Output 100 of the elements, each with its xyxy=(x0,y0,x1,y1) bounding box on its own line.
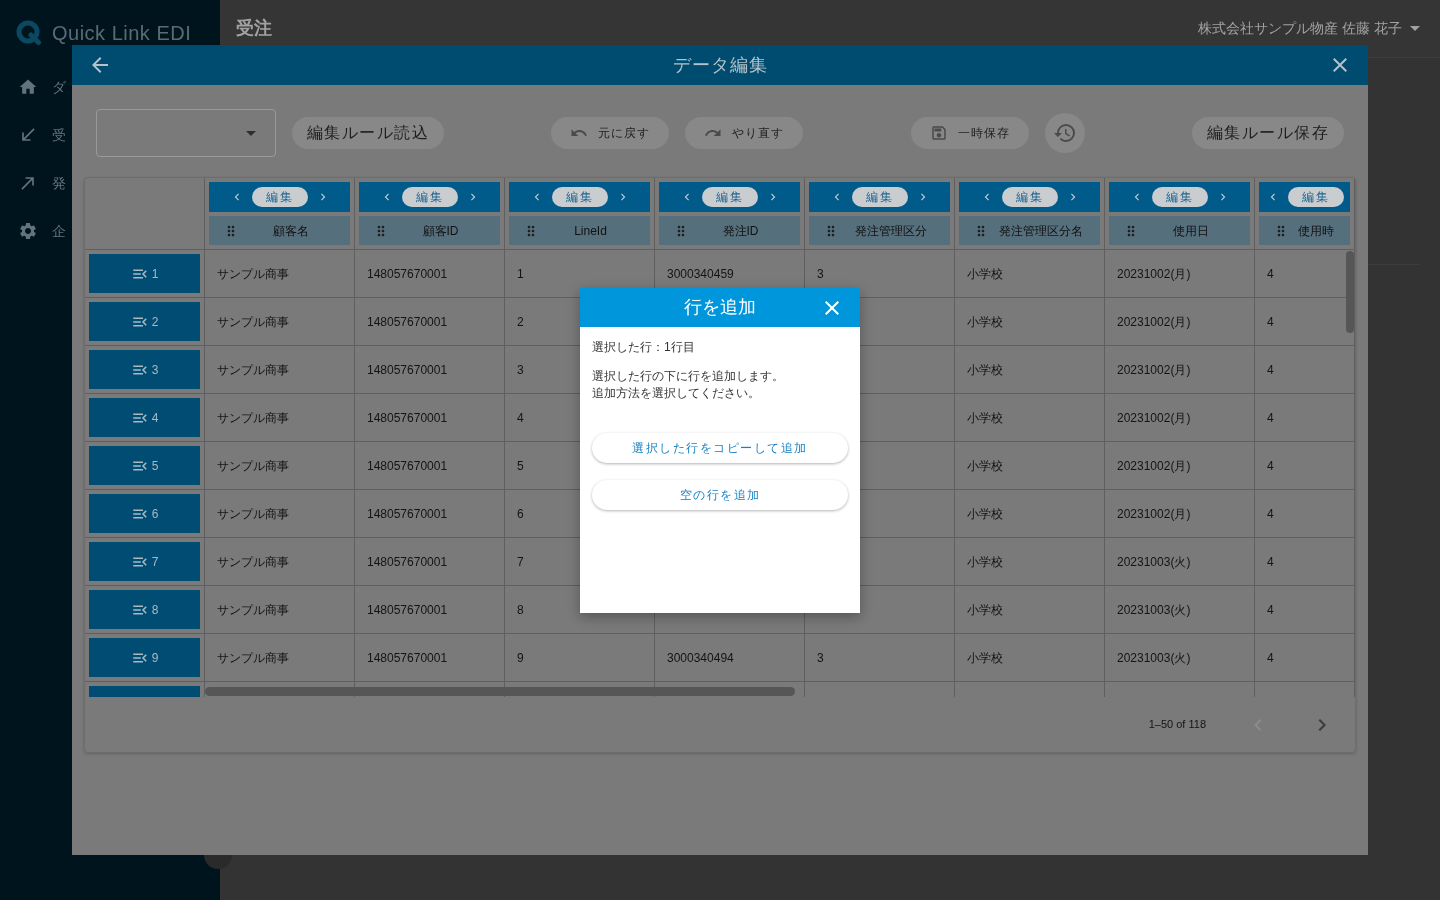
logo-text: Quick Link EDI xyxy=(52,21,192,46)
cell-text: 4 xyxy=(1267,649,1274,667)
column-name: 顧客ID xyxy=(421,222,460,240)
edit-button[interactable]: 編集 xyxy=(251,187,308,207)
home-icon xyxy=(18,77,38,97)
dialog-message: 追加方法を選択してください。 xyxy=(592,385,760,402)
cell-text: 8 xyxy=(517,601,524,619)
cell-text: 小学校 xyxy=(967,457,1003,475)
nav-item[interactable]: 受 xyxy=(0,111,66,159)
edit-button[interactable]: 編集 xyxy=(851,187,908,207)
cell-text: 20231003(火) xyxy=(1117,601,1191,619)
cell-text: 4 xyxy=(1267,457,1274,475)
dialog-title: データ編集 xyxy=(672,53,768,77)
cell-text: 小学校 xyxy=(967,409,1003,427)
horizontal-scrollbar-thumb[interactable] xyxy=(205,687,795,696)
nav-item[interactable]: ダ xyxy=(0,63,66,111)
edit-button[interactable]: 編集 xyxy=(701,187,758,207)
cell-text: 148057670001 xyxy=(367,457,448,475)
column-name: 発注管理区分名 xyxy=(997,222,1084,240)
cell-text: 148057670001 xyxy=(367,265,448,283)
dialog-message: 選択した行の下に行を追加します。 xyxy=(592,368,784,385)
cell-text: 3 xyxy=(517,361,524,379)
column-name: 発注ID xyxy=(721,222,760,240)
cell-text: 小学校 xyxy=(967,313,1003,331)
nav-item[interactable]: 発 xyxy=(0,159,66,207)
edit-button[interactable]: 編集 xyxy=(401,187,458,207)
row-menu-button[interactable]: 4 xyxy=(89,398,200,437)
cell-text: 4 xyxy=(1267,409,1274,427)
cell-text: 148057670001 xyxy=(367,409,448,427)
cell-text: 20231002(月) xyxy=(1117,409,1191,427)
pagination-range: 1–50 of 118 xyxy=(1148,717,1206,733)
cell-text: サンプル商事 xyxy=(217,457,289,475)
edit-button[interactable]: 編集 xyxy=(551,187,608,207)
cell-text: 20231002(月) xyxy=(1117,505,1191,523)
row-menu-button[interactable]: 5 xyxy=(89,446,200,485)
column-name: 顧客名 xyxy=(271,222,310,240)
cell-text: 20231003(火) xyxy=(1117,649,1191,667)
cell-text: 3000340494 xyxy=(667,649,734,667)
cell-text: サンプル商事 xyxy=(217,601,289,619)
cell-text: サンプル商事 xyxy=(217,409,289,427)
cell-text: 4 xyxy=(1267,601,1274,619)
cell-text: 4 xyxy=(1267,361,1274,379)
row-menu-button[interactable]: 9 xyxy=(89,638,200,677)
cell-text: 4 xyxy=(1267,313,1274,331)
cell-text: 6 xyxy=(517,505,524,523)
settings-icon xyxy=(18,221,38,241)
selected-row-text: 選択した行：1行目 xyxy=(592,339,696,356)
cell-text: サンプル商事 xyxy=(217,553,289,571)
edit-button[interactable]: 編集 xyxy=(1001,187,1058,207)
add-option-button[interactable]: 空の行を追加 xyxy=(592,480,848,510)
cell-text: 148057670001 xyxy=(367,553,448,571)
column-name: 使用日 xyxy=(1171,222,1210,240)
cell-text: 148057670001 xyxy=(367,505,448,523)
cell-text: 小学校 xyxy=(967,553,1003,571)
cell-text: サンプル商事 xyxy=(217,361,289,379)
add-option-button[interactable]: 選択した行をコピーして追加 xyxy=(592,433,848,463)
cell-text: 148057670001 xyxy=(367,601,448,619)
cell-text: 20231003(火) xyxy=(1117,553,1191,571)
cell-text: 20231002(月) xyxy=(1117,313,1191,331)
cell-text: 7 xyxy=(517,553,524,571)
row-menu-button[interactable]: 7 xyxy=(89,542,200,581)
row-menu-button[interactable]: 1 xyxy=(89,254,200,293)
history-icon xyxy=(1052,121,1077,145)
page-title: 受注 xyxy=(236,17,272,40)
row-menu-button[interactable]: 2 xyxy=(89,302,200,341)
edit-button[interactable]: 編集 xyxy=(1151,187,1208,207)
dialog-title: 行を追加 xyxy=(683,296,757,319)
cell-text: 1 xyxy=(517,265,524,283)
column-name: 発注管理区分 xyxy=(853,222,928,240)
cell-text: 4 xyxy=(1267,553,1274,571)
cell-text: 4 xyxy=(1267,505,1274,523)
row-menu-button[interactable]: 6 xyxy=(89,494,200,533)
row-menu-button[interactable]: 3 xyxy=(89,350,200,389)
cell-text: 小学校 xyxy=(967,505,1003,523)
cell-text: 148057670001 xyxy=(367,361,448,379)
cell-text: 4 xyxy=(517,409,524,427)
cell-text: 小学校 xyxy=(967,649,1003,667)
cell-text: 148057670001 xyxy=(367,649,448,667)
nav-item[interactable]: 企 xyxy=(0,207,66,255)
dropdown-caret-icon xyxy=(246,130,256,136)
cell-text: サンプル商事 xyxy=(217,505,289,523)
cell-text: 20231002(月) xyxy=(1117,457,1191,475)
cell-text: 小学校 xyxy=(967,601,1003,619)
column-name: 使用時 xyxy=(1296,222,1335,240)
row-menu-button[interactable]: 8 xyxy=(89,590,200,629)
edit-button[interactable]: 編集 xyxy=(1287,187,1344,207)
cell-text: 3 xyxy=(817,265,824,283)
logo-icon xyxy=(16,20,42,46)
user-menu-button[interactable]: 株式会社サンプル物産 佐藤 花子 xyxy=(1198,18,1420,39)
cell-text: サンプル商事 xyxy=(217,265,289,283)
cell-text: 9 xyxy=(517,649,524,667)
sidebar-toggle-button[interactable] xyxy=(204,855,232,869)
cell-text: 3 xyxy=(817,649,824,667)
cell-text: 5 xyxy=(517,457,524,475)
cell-text: 148057670001 xyxy=(367,313,448,331)
cell-text: 2 xyxy=(517,313,524,331)
cell-text: 4 xyxy=(1267,265,1274,283)
cell-text: 20231002(月) xyxy=(1117,361,1191,379)
vertical-scrollbar-thumb[interactable] xyxy=(1346,251,1354,333)
cell-text: 小学校 xyxy=(967,361,1003,379)
